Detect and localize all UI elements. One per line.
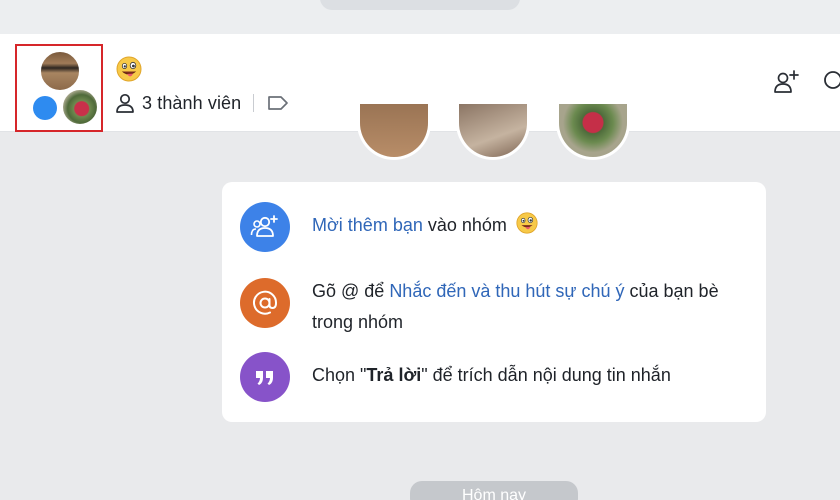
tip-reply: Chọn "Trả lời" để trích dẫn nội dung tin… [240, 352, 752, 402]
top-pill [320, 0, 520, 10]
member-count: 3 thành viên [142, 92, 242, 113]
mention-link[interactable]: Nhắc đến và thu hút sự chú ý [389, 281, 624, 301]
tip-text: Chọn " [312, 365, 367, 385]
add-user-icon [240, 202, 290, 252]
tip-invite: Mời thêm bạn vào nhóm [240, 202, 752, 252]
invite-friends-link[interactable]: Mời thêm bạn [312, 215, 423, 235]
group-tips-card: Mời thêm bạn vào nhóm Gõ @ để Nhắc đến v… [222, 182, 766, 422]
tip-reply-text: Chọn "Trả lời" để trích dẫn nội dung tin… [312, 361, 752, 389]
tip-text: vào nhóm [422, 215, 512, 235]
member-photo [456, 104, 530, 160]
search-icon[interactable] [822, 69, 840, 95]
member-avatar [25, 88, 63, 126]
tip-invite-text: Mời thêm bạn vào nhóm [312, 211, 752, 239]
tip-mention-text: Gõ @ để Nhắc đến và thu hút sự chú ý của… [312, 276, 752, 338]
tag-icon[interactable] [266, 92, 290, 114]
member-avatar [39, 50, 81, 92]
member-photo [357, 104, 431, 160]
tip-text: " để trích dẫn nội dung tin nhắn [421, 365, 671, 385]
quote-icon [240, 352, 290, 402]
add-member-icon[interactable] [772, 68, 800, 96]
divider [253, 94, 255, 112]
at-sign-icon [240, 278, 290, 328]
person-icon [116, 93, 134, 113]
winking-tongue-emoji-icon[interactable] [116, 56, 142, 82]
member-info[interactable]: 3 thành viên [114, 92, 290, 114]
tip-text: Gõ @ để [312, 281, 390, 301]
tip-mention: Gõ @ để Nhắc đến và thu hút sự chú ý của… [240, 278, 752, 338]
winking-tongue-emoji-icon [516, 212, 538, 234]
date-separator: Hôm nay [410, 481, 578, 500]
group-avatar[interactable] [15, 44, 103, 132]
reply-keyword: Trả lời [366, 365, 422, 385]
member-photo [556, 104, 630, 160]
top-strip [0, 0, 840, 34]
member-avatar [61, 88, 99, 126]
